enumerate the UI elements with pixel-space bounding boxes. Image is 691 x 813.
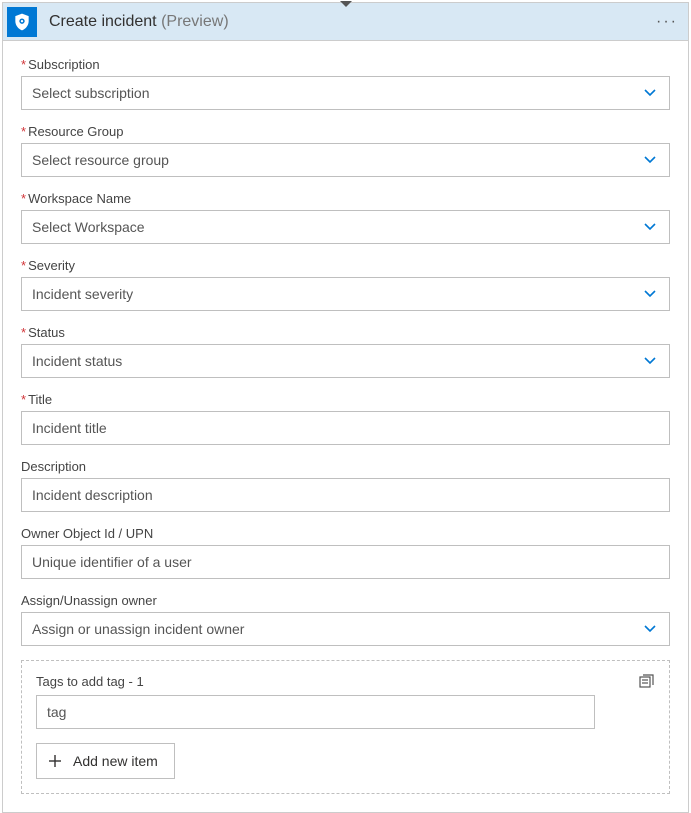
title-field: Title Incident title xyxy=(21,392,670,445)
tags-header: Tags to add tag - 1 xyxy=(36,673,655,689)
chevron-down-icon xyxy=(643,287,657,301)
subscription-select[interactable]: Select subscription xyxy=(21,76,670,110)
subscription-placeholder: Select subscription xyxy=(32,85,150,101)
resource-group-select[interactable]: Select resource group xyxy=(21,143,670,177)
assign-placeholder: Assign or unassign incident owner xyxy=(32,621,244,637)
plus-icon xyxy=(47,753,63,769)
workspace-placeholder: Select Workspace xyxy=(32,219,145,235)
resource-group-field: Resource Group Select resource group xyxy=(21,124,670,177)
chevron-down-icon xyxy=(643,86,657,100)
assign-select[interactable]: Assign or unassign incident owner xyxy=(21,612,670,646)
description-input[interactable]: Incident description xyxy=(21,478,670,512)
card-body: Subscription Select subscription Resourc… xyxy=(3,41,688,812)
subscription-field: Subscription Select subscription xyxy=(21,57,670,110)
resource-group-label: Resource Group xyxy=(21,124,670,139)
card-title-suffix: (Preview) xyxy=(161,13,229,30)
card-header: Create incident (Preview) ··· xyxy=(3,3,688,41)
more-menu-button[interactable]: ··· xyxy=(656,13,678,31)
chevron-down-icon xyxy=(643,153,657,167)
assign-field: Assign/Unassign owner Assign or unassign… xyxy=(21,593,670,646)
severity-select[interactable]: Incident severity xyxy=(21,277,670,311)
add-new-item-button[interactable]: Add new item xyxy=(36,743,175,779)
card-title: Create incident (Preview) xyxy=(49,13,229,31)
title-input[interactable]: Incident title xyxy=(21,411,670,445)
subscription-label: Subscription xyxy=(21,57,670,72)
workspace-field: Workspace Name Select Workspace xyxy=(21,191,670,244)
status-field: Status Incident status xyxy=(21,325,670,378)
status-select[interactable]: Incident status xyxy=(21,344,670,378)
card-title-main: Create incident xyxy=(49,13,157,30)
tag-placeholder: tag xyxy=(47,704,66,720)
chevron-down-icon xyxy=(643,220,657,234)
description-label: Description xyxy=(21,459,670,474)
description-field: Description Incident description xyxy=(21,459,670,512)
severity-field: Severity Incident severity xyxy=(21,258,670,311)
collapse-caret-icon[interactable] xyxy=(340,1,352,7)
tag-input[interactable]: tag xyxy=(36,695,595,729)
tags-label: Tags to add tag - 1 xyxy=(36,674,144,689)
chevron-down-icon xyxy=(643,354,657,368)
add-new-item-label: Add new item xyxy=(73,753,158,769)
workspace-label: Workspace Name xyxy=(21,191,670,206)
assign-label: Assign/Unassign owner xyxy=(21,593,670,608)
resource-group-placeholder: Select resource group xyxy=(32,152,169,168)
severity-placeholder: Incident severity xyxy=(32,286,133,302)
owner-placeholder: Unique identifier of a user xyxy=(32,554,192,570)
severity-label: Severity xyxy=(21,258,670,273)
title-label: Title xyxy=(21,392,670,407)
title-placeholder: Incident title xyxy=(32,420,107,436)
owner-field: Owner Object Id / UPN Unique identifier … xyxy=(21,526,670,579)
sentinel-shield-icon xyxy=(7,7,37,37)
tags-section: Tags to add tag - 1 tag Add new item xyxy=(21,660,670,794)
dynamic-content-icon[interactable] xyxy=(639,673,655,689)
owner-input[interactable]: Unique identifier of a user xyxy=(21,545,670,579)
owner-label: Owner Object Id / UPN xyxy=(21,526,670,541)
description-placeholder: Incident description xyxy=(32,487,153,503)
status-label: Status xyxy=(21,325,670,340)
status-placeholder: Incident status xyxy=(32,353,122,369)
workspace-select[interactable]: Select Workspace xyxy=(21,210,670,244)
chevron-down-icon xyxy=(643,622,657,636)
create-incident-card: Create incident (Preview) ··· Subscripti… xyxy=(2,2,689,813)
